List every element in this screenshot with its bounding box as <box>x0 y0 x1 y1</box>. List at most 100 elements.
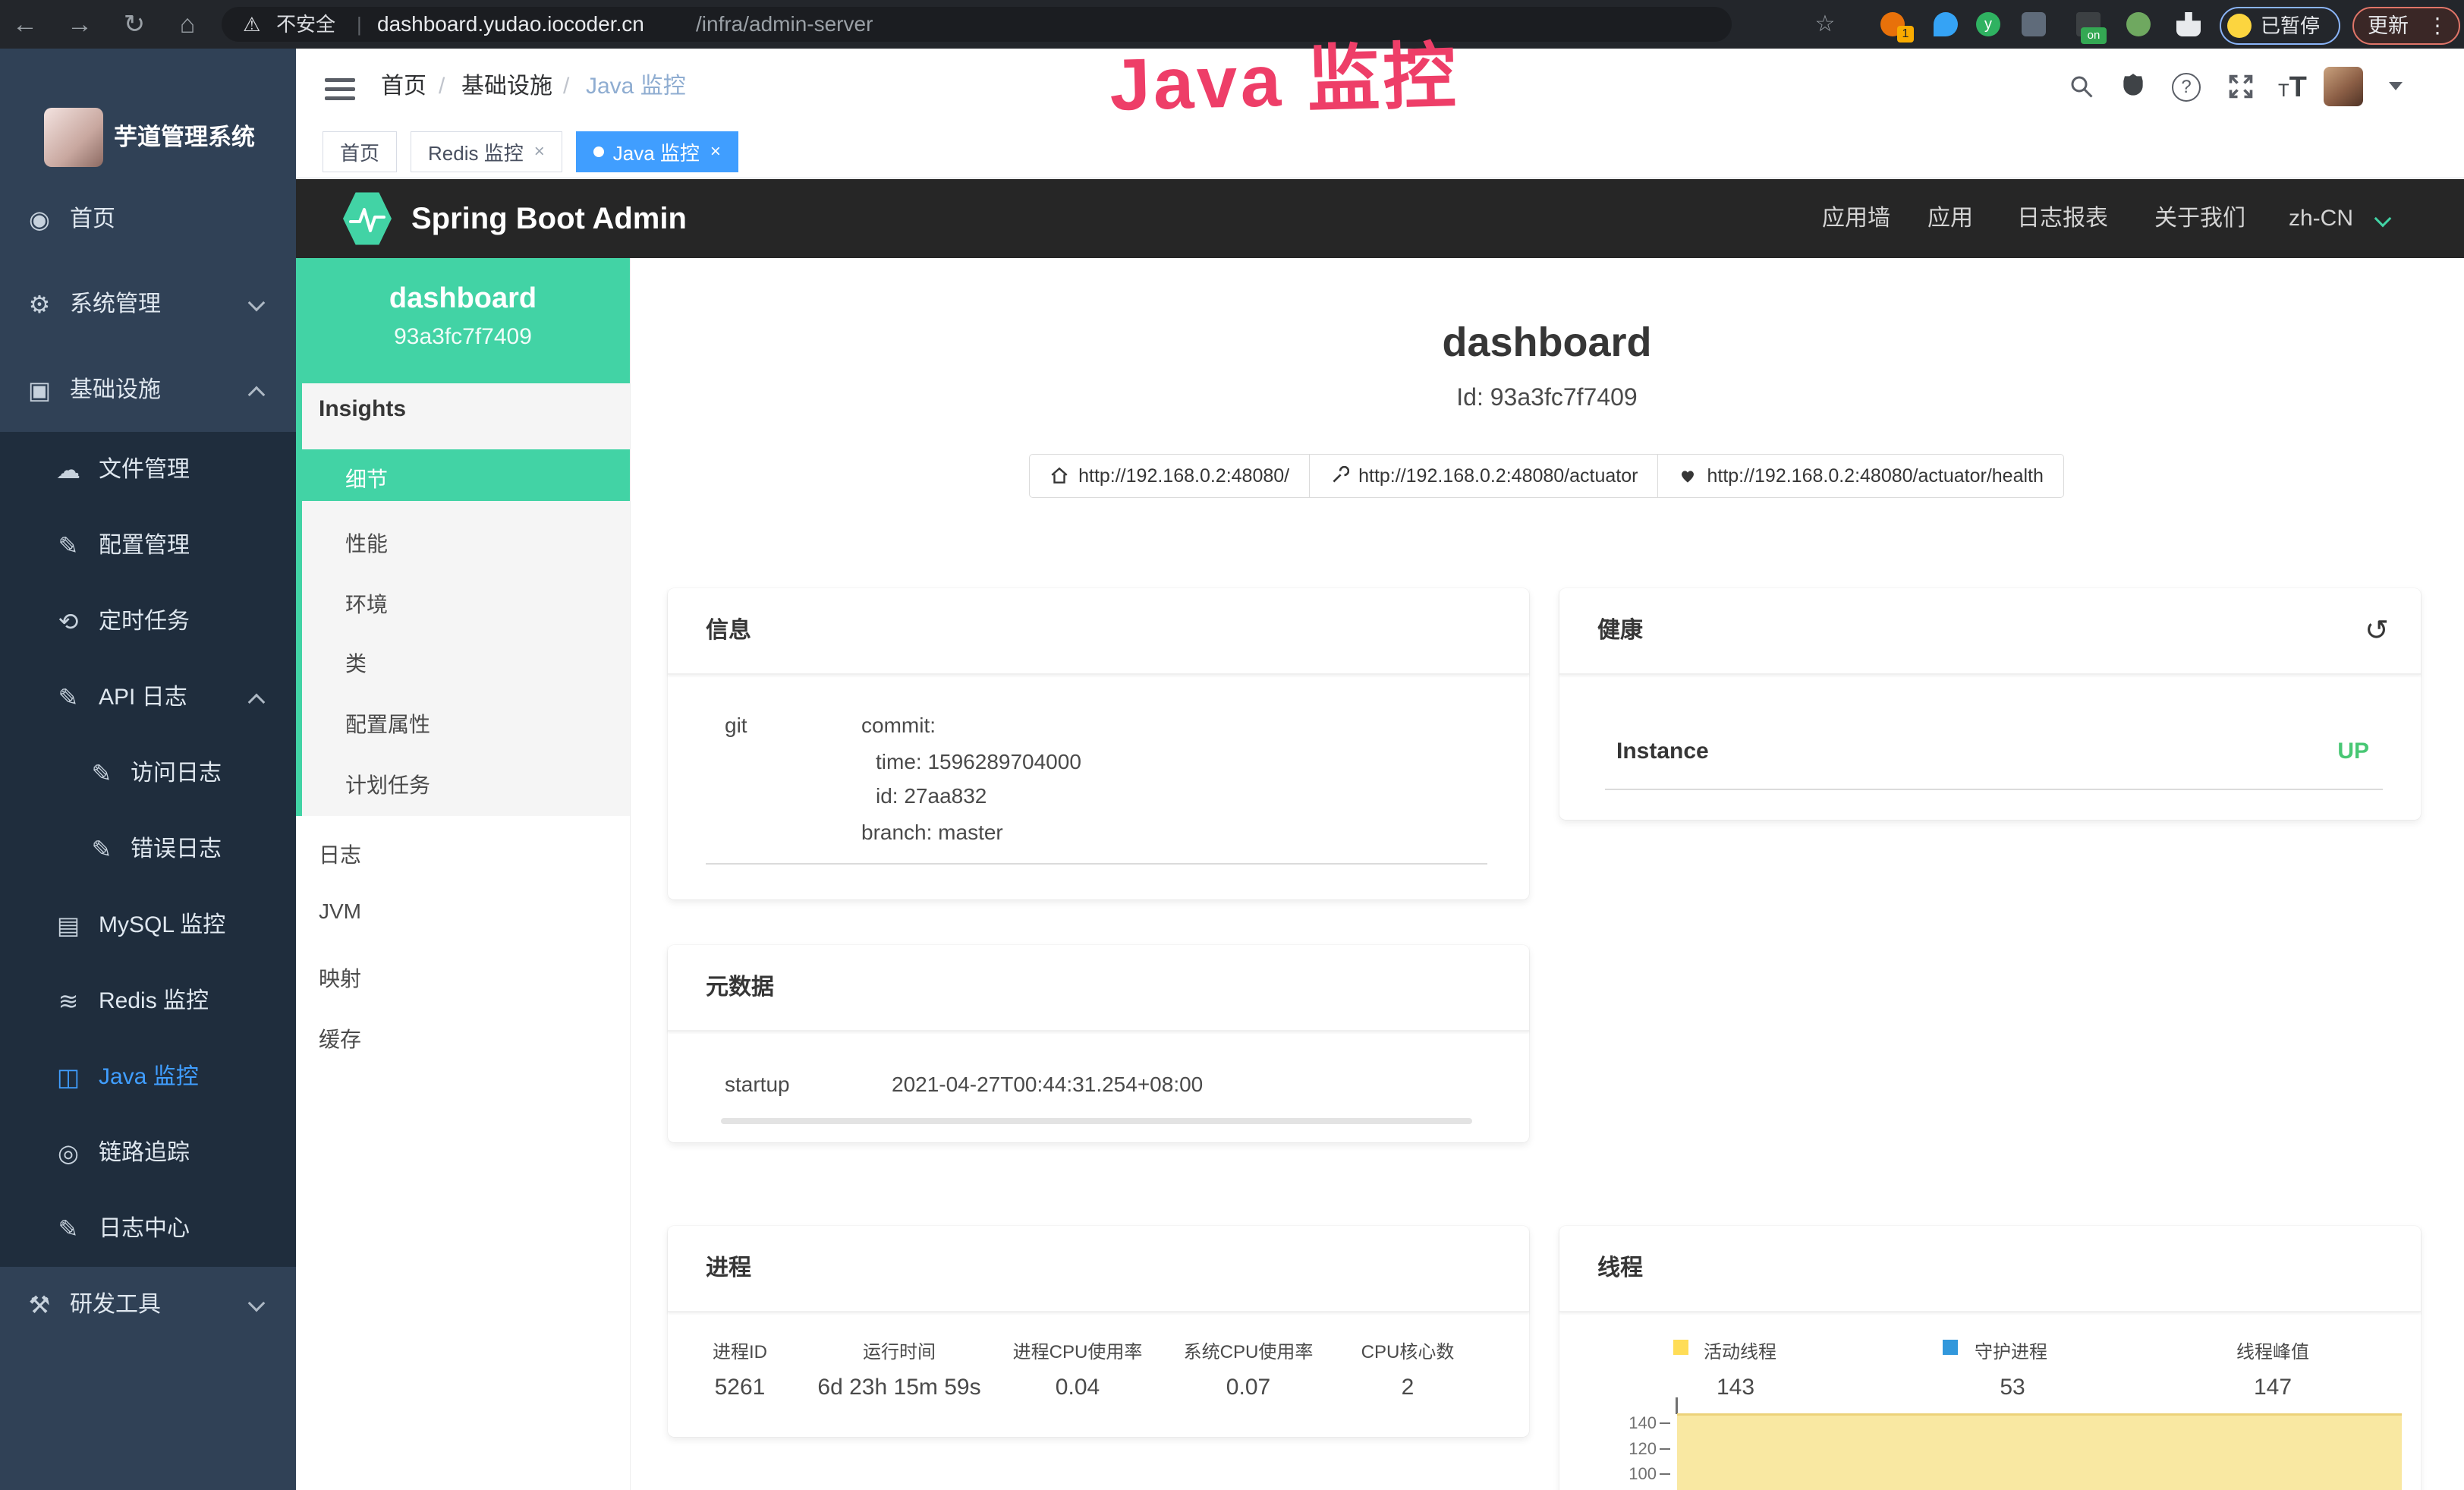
log-icon: ✎ <box>52 660 85 736</box>
horizontal-scrollbar[interactable] <box>721 1118 1472 1124</box>
val-daemon-threads: 53 <box>2000 1375 2025 1400</box>
sba-instance-header[interactable]: dashboard 93a3fc7f7409 <box>296 258 630 383</box>
sidebar-item-error-log[interactable]: ✎ 错误日志 <box>0 811 296 887</box>
endpoint-home-button[interactable]: http://192.168.0.2:48080/ <box>1029 454 1310 498</box>
timer-icon: ⟲ <box>52 584 85 660</box>
sidebar-item-config-mgmt[interactable]: ✎ 配置管理 <box>0 508 296 584</box>
sba-nav-journal[interactable]: 日志报表 <box>2017 179 2108 258</box>
sidebar-item-redis-monitor[interactable]: ≋ Redis 监控 <box>0 963 296 1039</box>
extension-icon-grid[interactable] <box>2022 12 2046 36</box>
github-icon[interactable] <box>2119 71 2148 100</box>
sba-item-details[interactable]: 细节 <box>345 463 388 493</box>
home-icon <box>1049 466 1069 486</box>
browser-reload-icon[interactable]: ↻ <box>115 0 153 49</box>
endpoint-actuator-button[interactable]: http://192.168.0.2:48080/actuator <box>1309 454 1658 498</box>
sba-item-environment[interactable]: 环境 <box>345 588 388 619</box>
browser-forward-icon[interactable]: → <box>61 0 99 49</box>
legend-daemon-threads: 守护进程 <box>1975 1337 2047 1363</box>
sba-nav-applications[interactable]: 应用 <box>1927 179 1973 258</box>
sidebar-item-dev-tools[interactable]: ⚒ 研发工具 <box>0 1267 296 1343</box>
history-icon[interactable]: ↺ <box>2365 588 2389 673</box>
legend-live-threads: 活动线程 <box>1704 1337 1776 1363</box>
sidebar-item-mysql-monitor[interactable]: ▤ MySQL 监控 <box>0 887 296 963</box>
tags-view-bar: 首页 Redis 监控 × Java 监控 × <box>296 124 2464 178</box>
breadcrumb-home[interactable]: 首页 <box>381 49 426 124</box>
sidebar-item-java-monitor[interactable]: ◫ Java 监控 <box>0 1039 296 1115</box>
extension-icon-green-y[interactable]: y <box>1976 12 2000 36</box>
dashboard-icon: ◉ <box>23 181 56 257</box>
sidebar-item-infra[interactable]: ▣ 基础设施 <box>0 352 296 428</box>
user-avatar[interactable] <box>2324 67 2363 106</box>
ytick-mark <box>1660 1422 1670 1424</box>
breadcrumb-infra[interactable]: 基础设施 <box>461 49 552 124</box>
col-process-cpu: 进程CPU使用率 <box>1013 1337 1143 1363</box>
tab-java-monitor[interactable]: Java 监控 × <box>576 131 738 172</box>
info-line-branch: branch: master <box>861 821 1003 845</box>
bookmark-star-icon[interactable]: ☆ <box>1806 0 1844 49</box>
sidebar-item-log-center[interactable]: ✎ 日志中心 <box>0 1191 296 1267</box>
process-card: 进程 进程ID 运行时间 进程CPU使用率 系统CPU使用率 CPU核心数 52… <box>668 1226 1529 1437</box>
ytick-120: 120 <box>1611 1439 1657 1459</box>
browser-update-button[interactable]: 更新 ⋮ <box>2352 7 2460 45</box>
monitor-icon: ◫ <box>52 1039 85 1115</box>
heart-pulse-icon <box>1678 466 1698 486</box>
sba-item-classes[interactable]: 类 <box>345 647 367 678</box>
health-instance-label: Instance <box>1616 739 1709 764</box>
avatar-caret-icon[interactable] <box>2389 82 2403 90</box>
update-label: 更新 <box>2368 8 2409 43</box>
sba-nav-about[interactable]: 关于我们 <box>2154 179 2245 258</box>
extensions-puzzle-icon[interactable] <box>2176 12 2201 36</box>
fullscreen-icon[interactable] <box>2227 73 2255 100</box>
infrastructure-icon: ▣ <box>23 352 56 428</box>
extension-icon-leaf[interactable] <box>2126 12 2151 36</box>
sidebar-item-api-log[interactable]: ✎ API 日志 <box>0 660 296 736</box>
hamburger-icon[interactable] <box>325 73 355 106</box>
ytick-mark <box>1660 1448 1670 1450</box>
sidebar-item-access-log[interactable]: ✎ 访问日志 <box>0 736 296 811</box>
sba-logo-icon <box>343 191 392 246</box>
sba-nav-wallboard[interactable]: 应用墙 <box>1822 179 1890 258</box>
info-line-commit: commit: <box>861 713 936 738</box>
health-card-header: 健康 ↺ <box>1559 588 2421 675</box>
health-status-badge: UP <box>2337 739 2369 764</box>
help-icon[interactable]: ? <box>2172 73 2201 102</box>
browser-back-icon[interactable]: ← <box>6 0 44 49</box>
col-pid: 进程ID <box>713 1337 767 1363</box>
sba-item-scheduled-tasks[interactable]: 计划任务 <box>345 769 430 799</box>
endpoint-health-button[interactable]: http://192.168.0.2:48080/actuator/health <box>1657 454 2063 498</box>
browser-home-icon[interactable]: ⌂ <box>168 0 206 49</box>
browser-profile-button[interactable]: 已暂停 <box>2220 7 2340 45</box>
sba-item-caches[interactable]: 缓存 <box>319 1023 361 1054</box>
endpoint-buttons: http://192.168.0.2:48080/ http://192.168… <box>630 454 2464 498</box>
sba-item-config-props[interactable]: 配置属性 <box>345 708 430 739</box>
info-card: 信息 git commit: time: 1596289704000 id: 2… <box>668 588 1529 899</box>
extension-icon-pin[interactable] <box>1934 12 1958 36</box>
val-system-cpu: 0.07 <box>1226 1375 1270 1400</box>
address-bar[interactable]: ⚠ 不安全 | dashboard.yudao.iocoder.cn /infr… <box>222 7 1732 42</box>
sidebar-item-file-mgmt[interactable]: ☁ 文件管理 <box>0 432 296 508</box>
sba-item-performance[interactable]: 性能 <box>345 528 388 558</box>
sidebar-item-system[interactable]: ⚙ 系统管理 <box>0 266 296 342</box>
process-card-header: 进程 <box>668 1226 1529 1312</box>
search-icon[interactable] <box>2068 73 2095 100</box>
sidebar-item-tracing[interactable]: ◎ 链路追踪 <box>0 1115 296 1191</box>
sba-item-logs[interactable]: 日志 <box>319 839 361 869</box>
legend-yellow-icon <box>1673 1340 1688 1355</box>
sba-locale-select[interactable]: zh-CN <box>2289 179 2353 258</box>
sba-item-jvm[interactable]: JVM <box>319 899 361 924</box>
url-path: /infra/admin-server <box>696 7 873 42</box>
ytick-140: 140 <box>1611 1413 1657 1433</box>
sba-brand-title: Spring Boot Admin <box>411 179 687 258</box>
sidebar-item-home[interactable]: ◉ 首页 <box>0 181 296 257</box>
sba-item-mappings[interactable]: 映射 <box>319 962 361 993</box>
locale-caret-icon[interactable] <box>2374 210 2392 228</box>
row-divider <box>706 863 1487 865</box>
tab-home[interactable]: 首页 <box>323 131 397 172</box>
tab-redis-monitor[interactable]: Redis 监控 × <box>411 131 562 172</box>
val-live-threads: 143 <box>1717 1375 1754 1400</box>
close-icon[interactable]: × <box>534 141 545 162</box>
sidebar-item-scheduled-jobs[interactable]: ⟲ 定时任务 <box>0 584 296 660</box>
browser-menu-dots-icon[interactable]: ⋮ <box>2427 8 2448 43</box>
font-size-icon[interactable]: TT <box>2278 71 2307 104</box>
close-icon[interactable]: × <box>710 141 721 162</box>
